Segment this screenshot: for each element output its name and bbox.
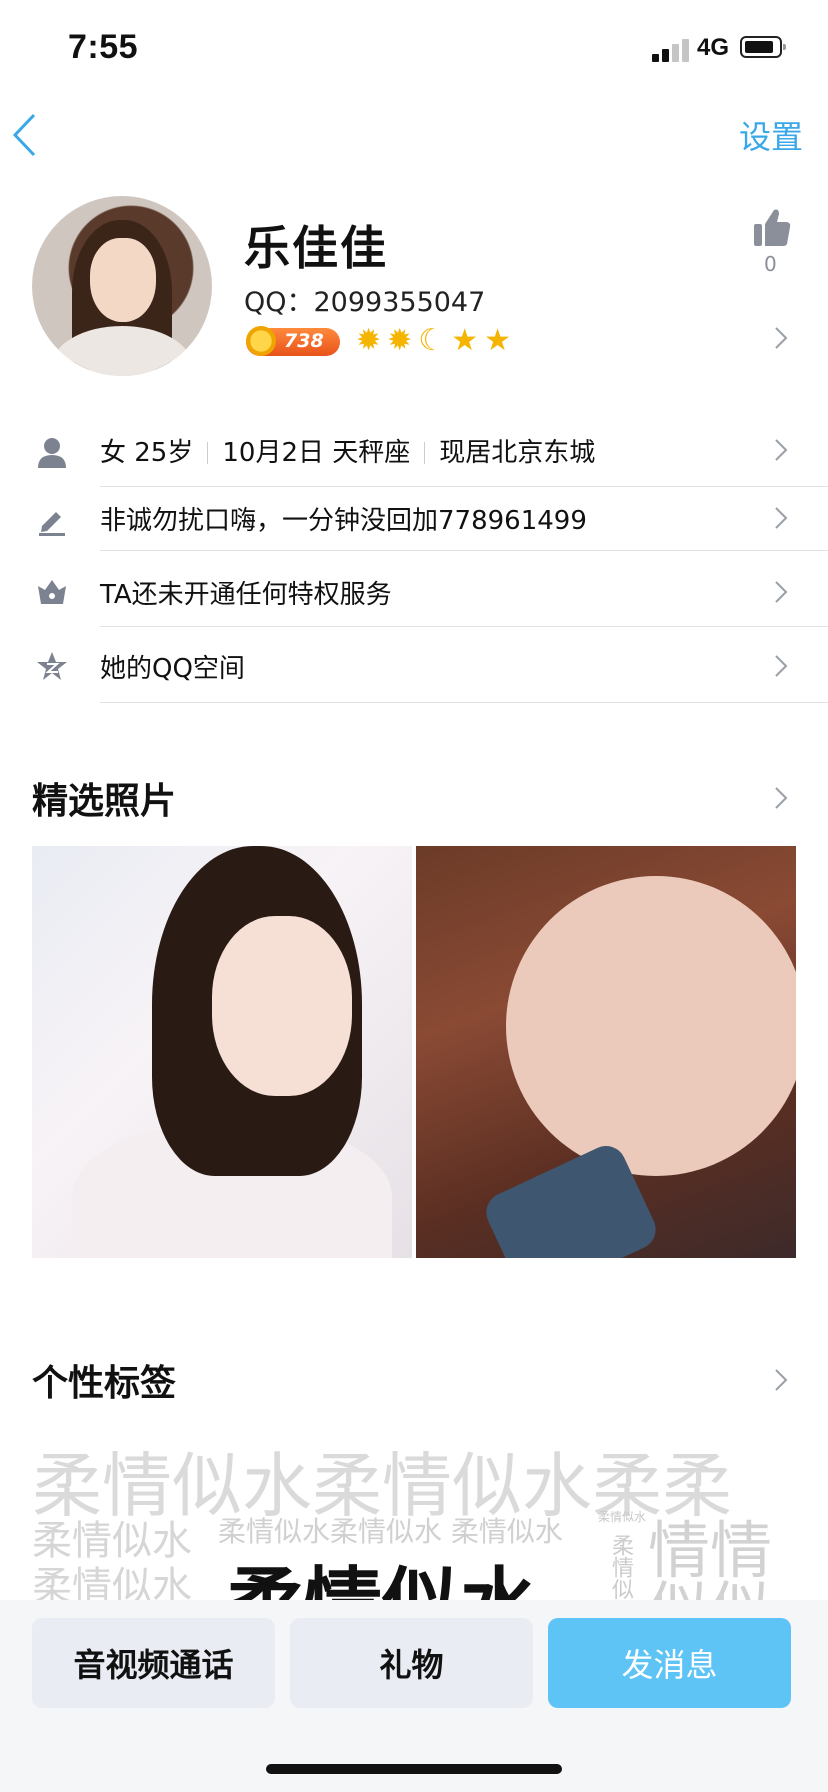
status-time: 7:55 xyxy=(68,28,139,66)
divider xyxy=(207,442,209,464)
tags-section-title[interactable]: 个性标签 xyxy=(32,1354,176,1406)
battery-icon xyxy=(740,36,786,58)
qzone-star-icon xyxy=(36,650,68,682)
sun-icon: ✹ xyxy=(356,323,382,358)
privilege-text: TA还未开通任何特权服务 xyxy=(100,580,392,610)
info-row-qzone[interactable]: 她的QQ空间 xyxy=(0,632,828,703)
network-type: 4G xyxy=(697,34,730,61)
thumbs-up-icon[interactable] xyxy=(752,206,792,250)
tag-text: 柔情似水 xyxy=(226,1542,538,1600)
level-badges[interactable]: ✹ ✹ ☾ ★ ★ xyxy=(356,324,511,358)
chevron-right-icon xyxy=(774,506,788,530)
birthday: 10月2日 天秤座 xyxy=(222,438,411,468)
chevron-right-icon[interactable] xyxy=(774,1368,788,1392)
qq-number: QQ：2099355047 xyxy=(244,287,486,318)
avatar[interactable] xyxy=(32,196,212,376)
featured-photo-1[interactable] xyxy=(32,846,412,1258)
divider xyxy=(100,702,828,703)
coin-icon xyxy=(246,326,276,356)
profile-name: 乐佳佳 xyxy=(244,221,388,275)
featured-photo-2[interactable] xyxy=(416,846,796,1258)
chevron-right-icon xyxy=(774,580,788,604)
level-value: 738 xyxy=(284,330,324,352)
signature-text: 非诚勿扰口嗨，一分钟没回加778961499 xyxy=(100,506,587,536)
chevron-right-icon xyxy=(774,438,788,462)
cellular-signal-icon xyxy=(652,38,690,62)
divider xyxy=(100,550,828,551)
star-icon: ★ xyxy=(484,323,511,358)
tag-text: 柔情似 xyxy=(608,1534,633,1600)
crown-icon xyxy=(36,576,68,608)
tag-text: 柔情似水 xyxy=(32,1564,192,1600)
like-count: 0 xyxy=(764,252,777,276)
location: 现居北京东城 xyxy=(439,438,596,468)
photos-section-title[interactable]: 精选照片 xyxy=(32,772,176,824)
home-indicator[interactable] xyxy=(266,1764,562,1774)
gender-age: 女 25岁 xyxy=(100,438,194,468)
tag-text: 柔情似水 xyxy=(598,1510,647,1524)
chevron-right-icon xyxy=(774,654,788,678)
person-icon xyxy=(36,436,68,468)
video-call-button[interactable]: 音视频通话 xyxy=(32,1618,275,1708)
send-message-button[interactable]: 发消息 xyxy=(548,1618,791,1708)
info-row-basic[interactable]: 女 25岁 10月2日 天秤座 现居北京东城 xyxy=(0,420,828,487)
divider xyxy=(424,442,426,464)
divider xyxy=(100,626,828,627)
moon-icon: ☾ xyxy=(418,323,446,358)
info-row-privilege[interactable]: TA还未开通任何特权服务 xyxy=(0,556,828,628)
chevron-right-icon[interactable] xyxy=(774,326,788,350)
back-icon[interactable] xyxy=(10,112,40,158)
pencil-icon xyxy=(36,504,68,536)
gift-button[interactable]: 礼物 xyxy=(290,1618,533,1708)
sun-icon: ✹ xyxy=(387,323,413,358)
tag-cloud[interactable]: 柔情似水柔情似水柔柔 柔情似水 柔情似水柔情似水 柔情似水 柔情似水 情情 柔情… xyxy=(32,1430,792,1600)
tag-text: 似似 xyxy=(648,1560,772,1600)
divider xyxy=(100,486,828,487)
settings-button[interactable]: 设置 xyxy=(739,112,803,158)
chevron-right-icon[interactable] xyxy=(774,786,788,810)
star-icon: ★ xyxy=(451,323,479,358)
qzone-text: 她的QQ空间 xyxy=(100,654,245,684)
level-badge[interactable]: 738 xyxy=(246,326,340,356)
info-row-signature[interactable]: 非诚勿扰口嗨，一分钟没回加778961499 xyxy=(0,488,828,551)
